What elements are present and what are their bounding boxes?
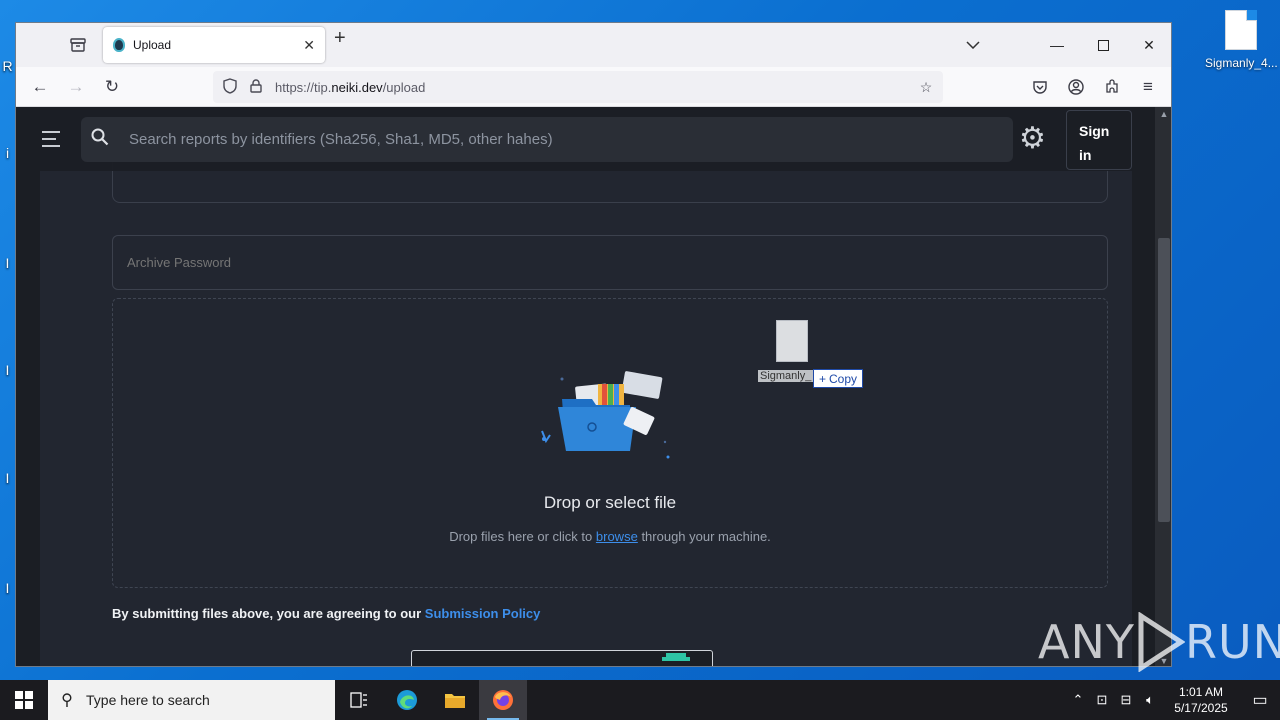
bookmark-star-icon[interactable]: ☆	[913, 79, 939, 96]
page-content: Drop or select file Drop files here or c…	[16, 107, 1155, 666]
page-scrollbar[interactable]: ▲ ▼	[1155, 107, 1171, 666]
desktop-edge-glyph: I	[5, 470, 10, 486]
clock[interactable]: 1:01 AM 5/17/2025	[1162, 684, 1240, 716]
taskbar-search-placeholder: Type here to search	[86, 692, 210, 708]
scroll-thumb[interactable]	[1158, 238, 1170, 522]
pocket-icon[interactable]	[1026, 73, 1054, 101]
clock-date: 5/17/2025	[1174, 701, 1228, 715]
file-dropzone[interactable]: Drop or select file Drop files here or c…	[112, 298, 1108, 588]
dropzone-title: Drop or select file	[543, 493, 677, 512]
desktop-edge-glyph: i	[5, 145, 10, 161]
url-bar[interactable]: https://tip.neiki.dev/upload ☆	[213, 71, 943, 103]
tab-bar: Upload ✕ + — ✕	[16, 23, 1171, 67]
account-icon[interactable]	[1062, 73, 1090, 101]
close-window-icon[interactable]: ✕	[1126, 23, 1171, 67]
windows-logo-icon	[15, 691, 33, 709]
widget-logo-icon	[662, 653, 690, 661]
sign-in-button[interactable]: Sign in	[1066, 110, 1132, 170]
minimize-icon[interactable]: —	[1034, 23, 1080, 67]
upload-form-panel: Drop or select file Drop files here or c…	[40, 107, 1132, 666]
desktop-edge-glyph: I	[5, 362, 10, 378]
desktop-file-icon[interactable]: Sigmanly_4...	[1205, 10, 1278, 70]
extensions-icon[interactable]	[1098, 73, 1126, 101]
start-button[interactable]	[0, 680, 48, 720]
tab-upload[interactable]: Upload ✕	[103, 27, 325, 63]
dragged-file-label: Sigmanly_	[758, 370, 814, 382]
chevron-up-icon[interactable]: ⌃	[1066, 692, 1090, 708]
back-icon[interactable]: ←	[26, 73, 54, 101]
url-text[interactable]: https://tip.neiki.dev/upload	[275, 80, 425, 95]
scroll-up-icon[interactable]: ▲	[1158, 109, 1170, 119]
desktop-edge-glyph: I	[5, 255, 10, 271]
nav-bar: ← → ↻ https://tip.neiki.dev/upload ☆ ≡	[16, 67, 1171, 107]
file-icon	[1225, 10, 1258, 50]
desktop-edge-glyph: R	[2, 58, 13, 74]
gear-icon[interactable]: ⚙	[1019, 124, 1046, 154]
maximize-icon[interactable]	[1080, 23, 1126, 67]
new-tab-icon[interactable]: +	[334, 27, 346, 50]
desktop-edge-glyph: I	[5, 580, 10, 596]
lock-icon[interactable]	[243, 78, 269, 96]
submission-policy-link[interactable]: Submission Policy	[425, 606, 541, 621]
hamburger-menu-icon[interactable]	[42, 131, 62, 152]
task-view-icon[interactable]	[335, 680, 383, 720]
site-header: ⚙ Sign in	[16, 107, 1155, 171]
firefox-view-icon[interactable]	[60, 27, 96, 63]
file-explorer-icon[interactable]	[431, 680, 479, 720]
search-icon	[81, 128, 119, 151]
close-tab-icon[interactable]: ✕	[303, 37, 315, 54]
report-search-bar[interactable]	[81, 117, 1013, 162]
submission-consent-text: By submitting files above, you are agree…	[112, 606, 541, 621]
reload-icon[interactable]: ↻	[98, 73, 126, 101]
browser-window: Upload ✕ + — ✕ ← → ↻ https://tip.neiki.d…	[15, 22, 1172, 667]
volume-icon[interactable]: 🔈︎	[1138, 692, 1162, 708]
copy-tooltip: + Copy	[813, 369, 864, 388]
taskbar: ⚲ Type here to search ⌃ ⊡ ⊟ 🔈︎ 1:01 AM 5…	[0, 680, 1280, 720]
search-icon: ⚲	[61, 692, 73, 709]
dropzone-subtitle: Drop files here or click to browse throu…	[449, 529, 771, 544]
archive-password-input[interactable]	[112, 235, 1108, 290]
folder-illustration-icon	[541, 371, 670, 459]
edge-icon[interactable]	[383, 680, 431, 720]
firefox-icon[interactable]	[479, 680, 527, 720]
network-icon[interactable]: ⊟	[1114, 692, 1138, 708]
forward-icon[interactable]: →	[62, 73, 90, 101]
site-favicon-icon	[113, 38, 125, 52]
submit-widget[interactable]	[411, 650, 713, 666]
clock-time: 1:01 AM	[1178, 685, 1224, 699]
anyrun-watermark: ANY RUN	[1038, 612, 1280, 672]
notification-icon[interactable]: ▭	[1240, 690, 1280, 710]
search-input[interactable]	[119, 131, 1013, 148]
taskbar-search[interactable]: ⚲ Type here to search	[48, 680, 335, 720]
system-tray: ⌃ ⊡ ⊟ 🔈︎ 1:01 AM 5/17/2025 ▭	[1066, 680, 1280, 720]
desktop-file-label: Sigmanly_4...	[1205, 56, 1278, 70]
browse-link[interactable]: browse	[596, 529, 638, 544]
security-icon[interactable]: ⊡	[1090, 692, 1114, 708]
app-menu-icon[interactable]: ≡	[1134, 73, 1162, 101]
dragged-file-icon	[776, 320, 808, 362]
list-tabs-icon[interactable]	[950, 23, 996, 67]
play-logo-icon	[1138, 612, 1185, 672]
shield-icon[interactable]	[217, 77, 243, 97]
plus-icon: +	[819, 371, 827, 386]
tab-title: Upload	[133, 38, 172, 52]
